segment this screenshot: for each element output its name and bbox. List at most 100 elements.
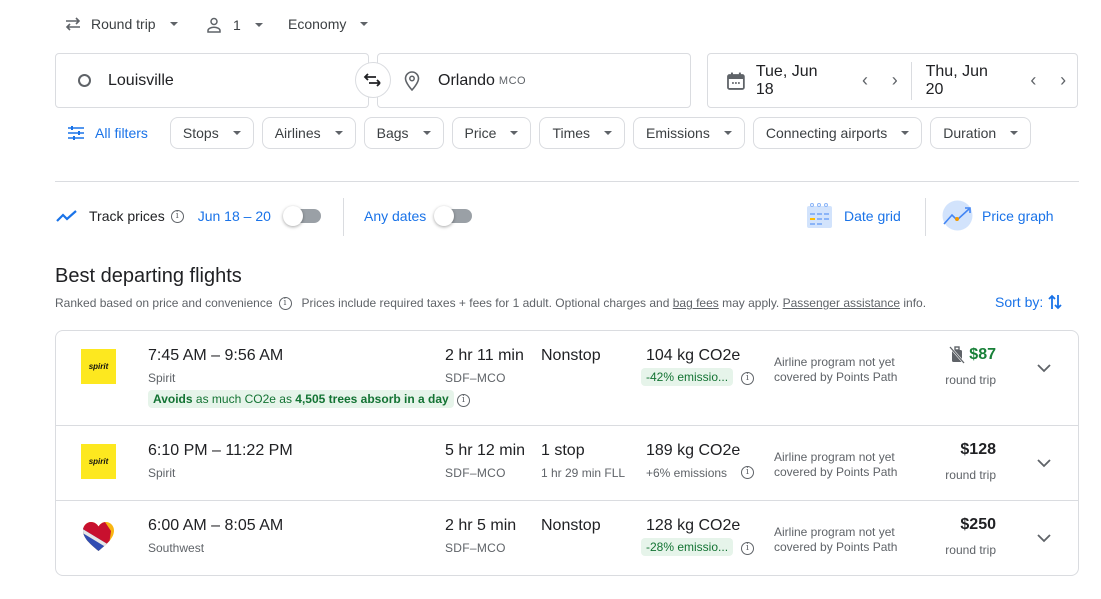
swap-button[interactable] [355, 62, 391, 98]
date-grid-button[interactable]: Date grid [806, 202, 901, 229]
filter-chip-emissions[interactable]: Emissions [633, 117, 745, 149]
trending-icon [56, 210, 77, 222]
filter-chip-price[interactable]: Price [451, 117, 532, 149]
any-dates-label: Any dates [364, 208, 427, 224]
info-icon[interactable]: i [741, 466, 754, 479]
caret-down-icon [510, 131, 519, 135]
chip-label: Times [552, 125, 591, 141]
return-next-day-icon[interactable]: › [1049, 70, 1077, 91]
grid-graph-divider [925, 198, 926, 236]
chevron-down-icon [1037, 458, 1051, 467]
info-icon[interactable]: i [457, 394, 470, 407]
co2-amount: 104 kg CO2e [646, 347, 741, 364]
filter-chip-bags[interactable]: Bags [363, 117, 444, 149]
southwest-logo [81, 519, 116, 554]
price-graph-label: Price graph [982, 207, 1054, 224]
avoids-word: Avoids [153, 392, 193, 406]
sort-by-button[interactable]: Sort by: [995, 293, 1063, 311]
passengers-select[interactable]: 1 [205, 16, 263, 34]
depart-prev-day-icon[interactable]: ‹ [851, 70, 879, 91]
filter-chip-stops[interactable]: Stops [169, 117, 254, 149]
date-grid-label: Date grid [844, 207, 901, 224]
return-prev-day-icon[interactable]: ‹ [1019, 70, 1047, 91]
points-path-note: Airline program not yet covered by Point… [774, 450, 898, 479]
flight-price: $128 [960, 441, 996, 459]
section-divider [55, 181, 1079, 182]
price-graph-button[interactable]: Price graph [942, 200, 1054, 231]
caret-down-icon [169, 22, 178, 26]
airline-name: Southwest [148, 541, 205, 555]
return-date[interactable]: Thu, Jun 20 [926, 63, 1010, 99]
origin-circle-icon [78, 74, 91, 87]
info-icon[interactable]: i [741, 372, 754, 385]
flight-times: 7:45 AM – 9:56 AM [148, 347, 284, 364]
track-date-range: Jun 18 – 20 [197, 208, 271, 224]
caret-down-icon [723, 131, 732, 135]
depart-next-day-icon[interactable]: › [881, 70, 909, 91]
flight-stops: 1 stop [541, 442, 585, 459]
chip-label: Emissions [646, 125, 710, 141]
no-carry-on-bag-icon [949, 346, 966, 364]
expand-button[interactable] [1032, 451, 1056, 475]
price-value: $250 [960, 516, 996, 533]
passengers-count: 1 [233, 17, 241, 33]
toggle-knob [434, 206, 455, 226]
any-dates-row: Any dates [364, 206, 473, 226]
trip-type-select[interactable]: Round trip [64, 16, 178, 32]
cabin-class-select[interactable]: Economy [288, 16, 369, 32]
all-filters-label: All filters [95, 125, 148, 141]
emissions-label: +6% emissions [646, 466, 728, 480]
expand-button[interactable] [1032, 356, 1056, 380]
price-note: round trip [945, 468, 996, 482]
destination-field[interactable]: Orlando MCO [377, 53, 691, 108]
filter-chip-times[interactable]: Times [539, 117, 626, 149]
flight-results-list: spirit 7:45 AM – 9:56 AM Spirit 2 hr 11 … [55, 330, 1079, 576]
flight-row[interactable]: spirit 7:45 AM – 9:56 AM Spirit 2 hr 11 … [56, 331, 1078, 426]
flight-route: SDF–MCO [445, 541, 506, 555]
origin-value: Louisville [108, 71, 174, 89]
passenger-assistance-link[interactable]: Passenger assistance [783, 296, 900, 310]
any-dates-toggle[interactable] [434, 206, 473, 226]
toggle-knob [282, 206, 303, 226]
points-path-note: Airline program not yet covered by Point… [774, 355, 898, 384]
flight-route: SDF–MCO [445, 466, 506, 480]
co2-amount: 128 kg CO2e [646, 517, 741, 534]
points-path-note: Airline program not yet covered by Point… [774, 525, 898, 554]
flight-stops: Nonstop [541, 347, 601, 364]
origin-field[interactable]: Louisville [55, 53, 369, 108]
track-dates-toggle[interactable] [282, 206, 321, 226]
airline-name: Spirit [148, 466, 176, 480]
info-icon[interactable]: i [741, 542, 754, 555]
co2-amount: 189 kg CO2e [646, 442, 741, 459]
depart-date[interactable]: Tue, Jun 18 [756, 63, 839, 99]
filter-chip-duration[interactable]: Duration [930, 117, 1032, 149]
expand-button[interactable] [1032, 526, 1056, 550]
chip-label: Connecting airports [765, 125, 888, 141]
flight-times: 6:00 AM – 8:05 AM [148, 517, 284, 534]
trip-type-label: Round trip [91, 16, 156, 32]
calendar-icon [727, 72, 745, 90]
price-note-mid: may apply. [722, 296, 780, 310]
price-graph-icon [942, 200, 973, 231]
price-note: round trip [945, 373, 996, 387]
destination-value: Orlando [438, 71, 495, 89]
results-subtitle: Ranked based on price and convenience i … [55, 296, 926, 310]
flight-price: $87 [949, 346, 996, 364]
flight-row[interactable]: 6:00 AM – 8:05 AM Southwest 2 hr 5 min S… [56, 501, 1078, 575]
destination-code: MCO [498, 74, 527, 87]
filter-chip-airlines[interactable]: Airlines [261, 117, 356, 149]
chip-label: Duration [943, 125, 997, 141]
info-icon[interactable]: i [278, 296, 292, 310]
bag-fees-link[interactable]: bag fees [673, 296, 719, 310]
flight-row[interactable]: spirit 6:10 PM – 11:22 PM Spirit 5 hr 12… [56, 426, 1078, 501]
swap-icon [363, 73, 381, 87]
chevron-down-icon [1037, 533, 1051, 542]
spirit-logo: spirit [81, 444, 116, 479]
date-field[interactable]: Tue, Jun 18 ‹ › Thu, Jun 20 ‹ › [707, 53, 1078, 108]
price-note-suffix: info. [903, 296, 927, 310]
caret-down-icon [1010, 131, 1019, 135]
filter-chip-connecting-airports[interactable]: Connecting airports [752, 117, 923, 149]
tune-icon [68, 126, 84, 140]
all-filters-button[interactable]: All filters [55, 125, 148, 141]
info-icon[interactable]: i [170, 209, 184, 223]
